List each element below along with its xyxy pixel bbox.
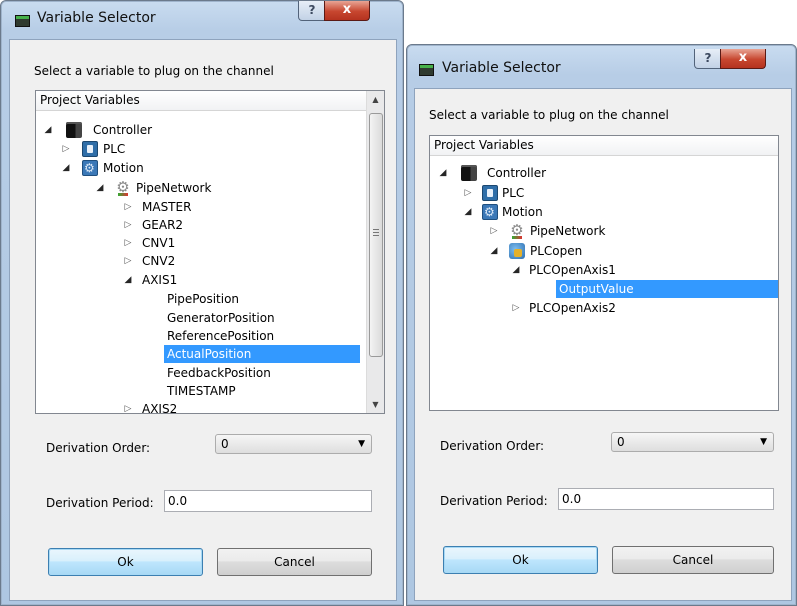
vertical-scrollbar[interactable]: ▲ ▼ <box>366 91 384 413</box>
collapsed-arrow-icon[interactable]: ▷ <box>123 216 133 234</box>
window-title: Variable Selector <box>37 10 156 26</box>
tree-item-label: ReferencePosition <box>167 329 275 343</box>
ok-button[interactable]: Ok <box>48 548 203 576</box>
tree-item-label: PipeNetwork <box>136 181 212 195</box>
variable-selector-dialog-1: Variable Selector ? x Select a variable … <box>0 0 404 606</box>
pipenetwork-icon: ⚙ <box>116 178 130 196</box>
help-button[interactable]: ? <box>298 1 326 21</box>
cancel-button[interactable]: Cancel <box>612 546 774 574</box>
window-icon <box>419 64 434 76</box>
plc-icon <box>482 185 498 201</box>
tree-item-label: PLCOpenAxis1 <box>529 263 616 277</box>
tree-item-label: CNV2 <box>142 254 176 268</box>
tree-item-label: GEAR2 <box>142 218 184 232</box>
expanded-arrow-icon[interactable]: ◢ <box>95 179 105 197</box>
tree-item-label: Controller <box>487 166 547 180</box>
scroll-down-arrow-icon[interactable]: ▼ <box>367 396 384 413</box>
tree-item-label: CNV1 <box>142 236 176 250</box>
plc-icon <box>82 141 98 157</box>
tree-item-generatorposition[interactable]: GeneratorPosition <box>167 309 275 327</box>
expanded-arrow-icon[interactable]: ◢ <box>463 203 473 221</box>
help-button[interactable]: ? <box>694 49 722 69</box>
dropdown-value: 0 <box>617 435 625 449</box>
close-button[interactable]: x <box>324 1 370 21</box>
cancel-button[interactable]: Cancel <box>217 548 372 576</box>
derivation-period-label: Derivation Period: <box>440 494 548 508</box>
collapsed-arrow-icon[interactable]: ▷ <box>511 299 521 317</box>
derivation-order-label: Derivation Order: <box>440 439 545 453</box>
motion-icon <box>482 203 498 221</box>
scrollbar-thumb[interactable] <box>369 113 383 357</box>
tree-column-header: Project Variables <box>430 136 778 156</box>
expanded-arrow-icon[interactable]: ◢ <box>61 159 71 177</box>
controller-icon <box>66 122 82 138</box>
collapsed-arrow-icon[interactable]: ▷ <box>463 184 473 202</box>
tree-item-timestamp[interactable]: TIMESTAMP <box>167 382 236 400</box>
expanded-arrow-icon[interactable]: ◢ <box>123 271 133 289</box>
expanded-arrow-icon[interactable]: ◢ <box>489 242 499 260</box>
tree-item-label: OutputValue <box>559 282 634 296</box>
title-bar[interactable]: Variable Selector ? x <box>1 1 403 35</box>
tree-item-pipeposition[interactable]: PipePosition <box>167 290 239 308</box>
tree-item-referenceposition[interactable]: ReferencePosition <box>167 327 274 345</box>
tree-item-label: FeedbackPosition <box>167 366 271 380</box>
expanded-arrow-icon[interactable]: ◢ <box>43 121 53 139</box>
derivation-period-label: Derivation Period: <box>46 496 154 510</box>
tree-item-actualposition-selected[interactable]: ActualPosition <box>164 345 360 363</box>
variable-selector-dialog-2: Variable Selector ? x Select a variable … <box>406 44 797 606</box>
collapsed-arrow-icon[interactable]: ▷ <box>61 140 71 158</box>
tree-item-label: PLCOpenAxis2 <box>529 301 616 315</box>
window-title: Variable Selector <box>442 60 561 76</box>
tree-column-header: Project Variables <box>36 91 384 111</box>
tree-item-label: PLC <box>103 142 126 156</box>
expanded-arrow-icon[interactable]: ◢ <box>438 164 448 182</box>
instruction-text: Select a variable to plug on the channel <box>429 108 669 122</box>
pipenetwork-icon: ⚙ <box>510 221 524 239</box>
collapsed-arrow-icon[interactable]: ▷ <box>489 222 499 240</box>
derivation-order-dropdown[interactable]: 0 ▼ <box>215 434 372 454</box>
close-button[interactable]: x <box>720 49 766 69</box>
collapsed-arrow-icon[interactable]: ▷ <box>123 400 133 413</box>
chevron-down-icon: ▼ <box>760 437 767 447</box>
tree-item-label: AXIS2 <box>142 402 178 414</box>
tree-item-label: PipePosition <box>167 292 240 306</box>
tree-item-label: PipeNetwork <box>530 224 606 238</box>
tree-item-label: GeneratorPosition <box>167 311 275 325</box>
tree-item-label: MASTER <box>142 200 192 214</box>
derivation-order-label: Derivation Order: <box>46 441 151 455</box>
derivation-period-field[interactable]: 0.0 <box>164 490 372 512</box>
derivation-period-field[interactable]: 0.0 <box>558 488 774 510</box>
dialog-client-area: Select a variable to plug on the channel… <box>414 88 792 601</box>
collapsed-arrow-icon[interactable]: ▷ <box>123 198 133 216</box>
tree-item-label: AXIS1 <box>142 273 178 287</box>
derivation-order-dropdown[interactable]: 0 ▼ <box>611 432 774 452</box>
scroll-up-arrow-icon[interactable]: ▲ <box>367 91 384 108</box>
collapsed-arrow-icon[interactable]: ▷ <box>123 234 133 252</box>
title-bar[interactable]: Variable Selector ? x <box>407 45 796 79</box>
tree-item-label: PLC <box>502 186 525 200</box>
controller-icon <box>461 165 477 181</box>
variable-tree[interactable]: Project Variables ◢ Controller ▷ PLC ◢ M… <box>35 90 385 414</box>
tree-item-label: Motion <box>502 205 543 219</box>
collapsed-arrow-icon[interactable]: ▷ <box>123 252 133 270</box>
chevron-down-icon: ▼ <box>358 439 365 449</box>
window-icon <box>15 15 30 27</box>
tree-item-label: Motion <box>103 161 144 175</box>
plcopen-icon <box>509 243 525 259</box>
tree-item-outputvalue-selected[interactable]: OutputValue <box>556 280 778 298</box>
tree-item-label: ActualPosition <box>167 347 252 361</box>
tree-item-feedbackposition[interactable]: FeedbackPosition <box>167 364 271 382</box>
ok-button[interactable]: Ok <box>443 546 598 574</box>
instruction-text: Select a variable to plug on the channel <box>34 64 274 78</box>
motion-icon <box>82 159 98 177</box>
expanded-arrow-icon[interactable]: ◢ <box>511 261 521 279</box>
tree-item-label: PLCopen <box>530 244 583 258</box>
tree-item-label: TIMESTAMP <box>167 384 236 398</box>
tree-item-label: Controller <box>93 123 153 137</box>
variable-tree[interactable]: Project Variables ◢ Controller ▷ PLC ◢ M… <box>429 135 779 411</box>
dropdown-value: 0 <box>221 437 229 451</box>
dialog-client-area: Select a variable to plug on the channel… <box>9 39 397 601</box>
